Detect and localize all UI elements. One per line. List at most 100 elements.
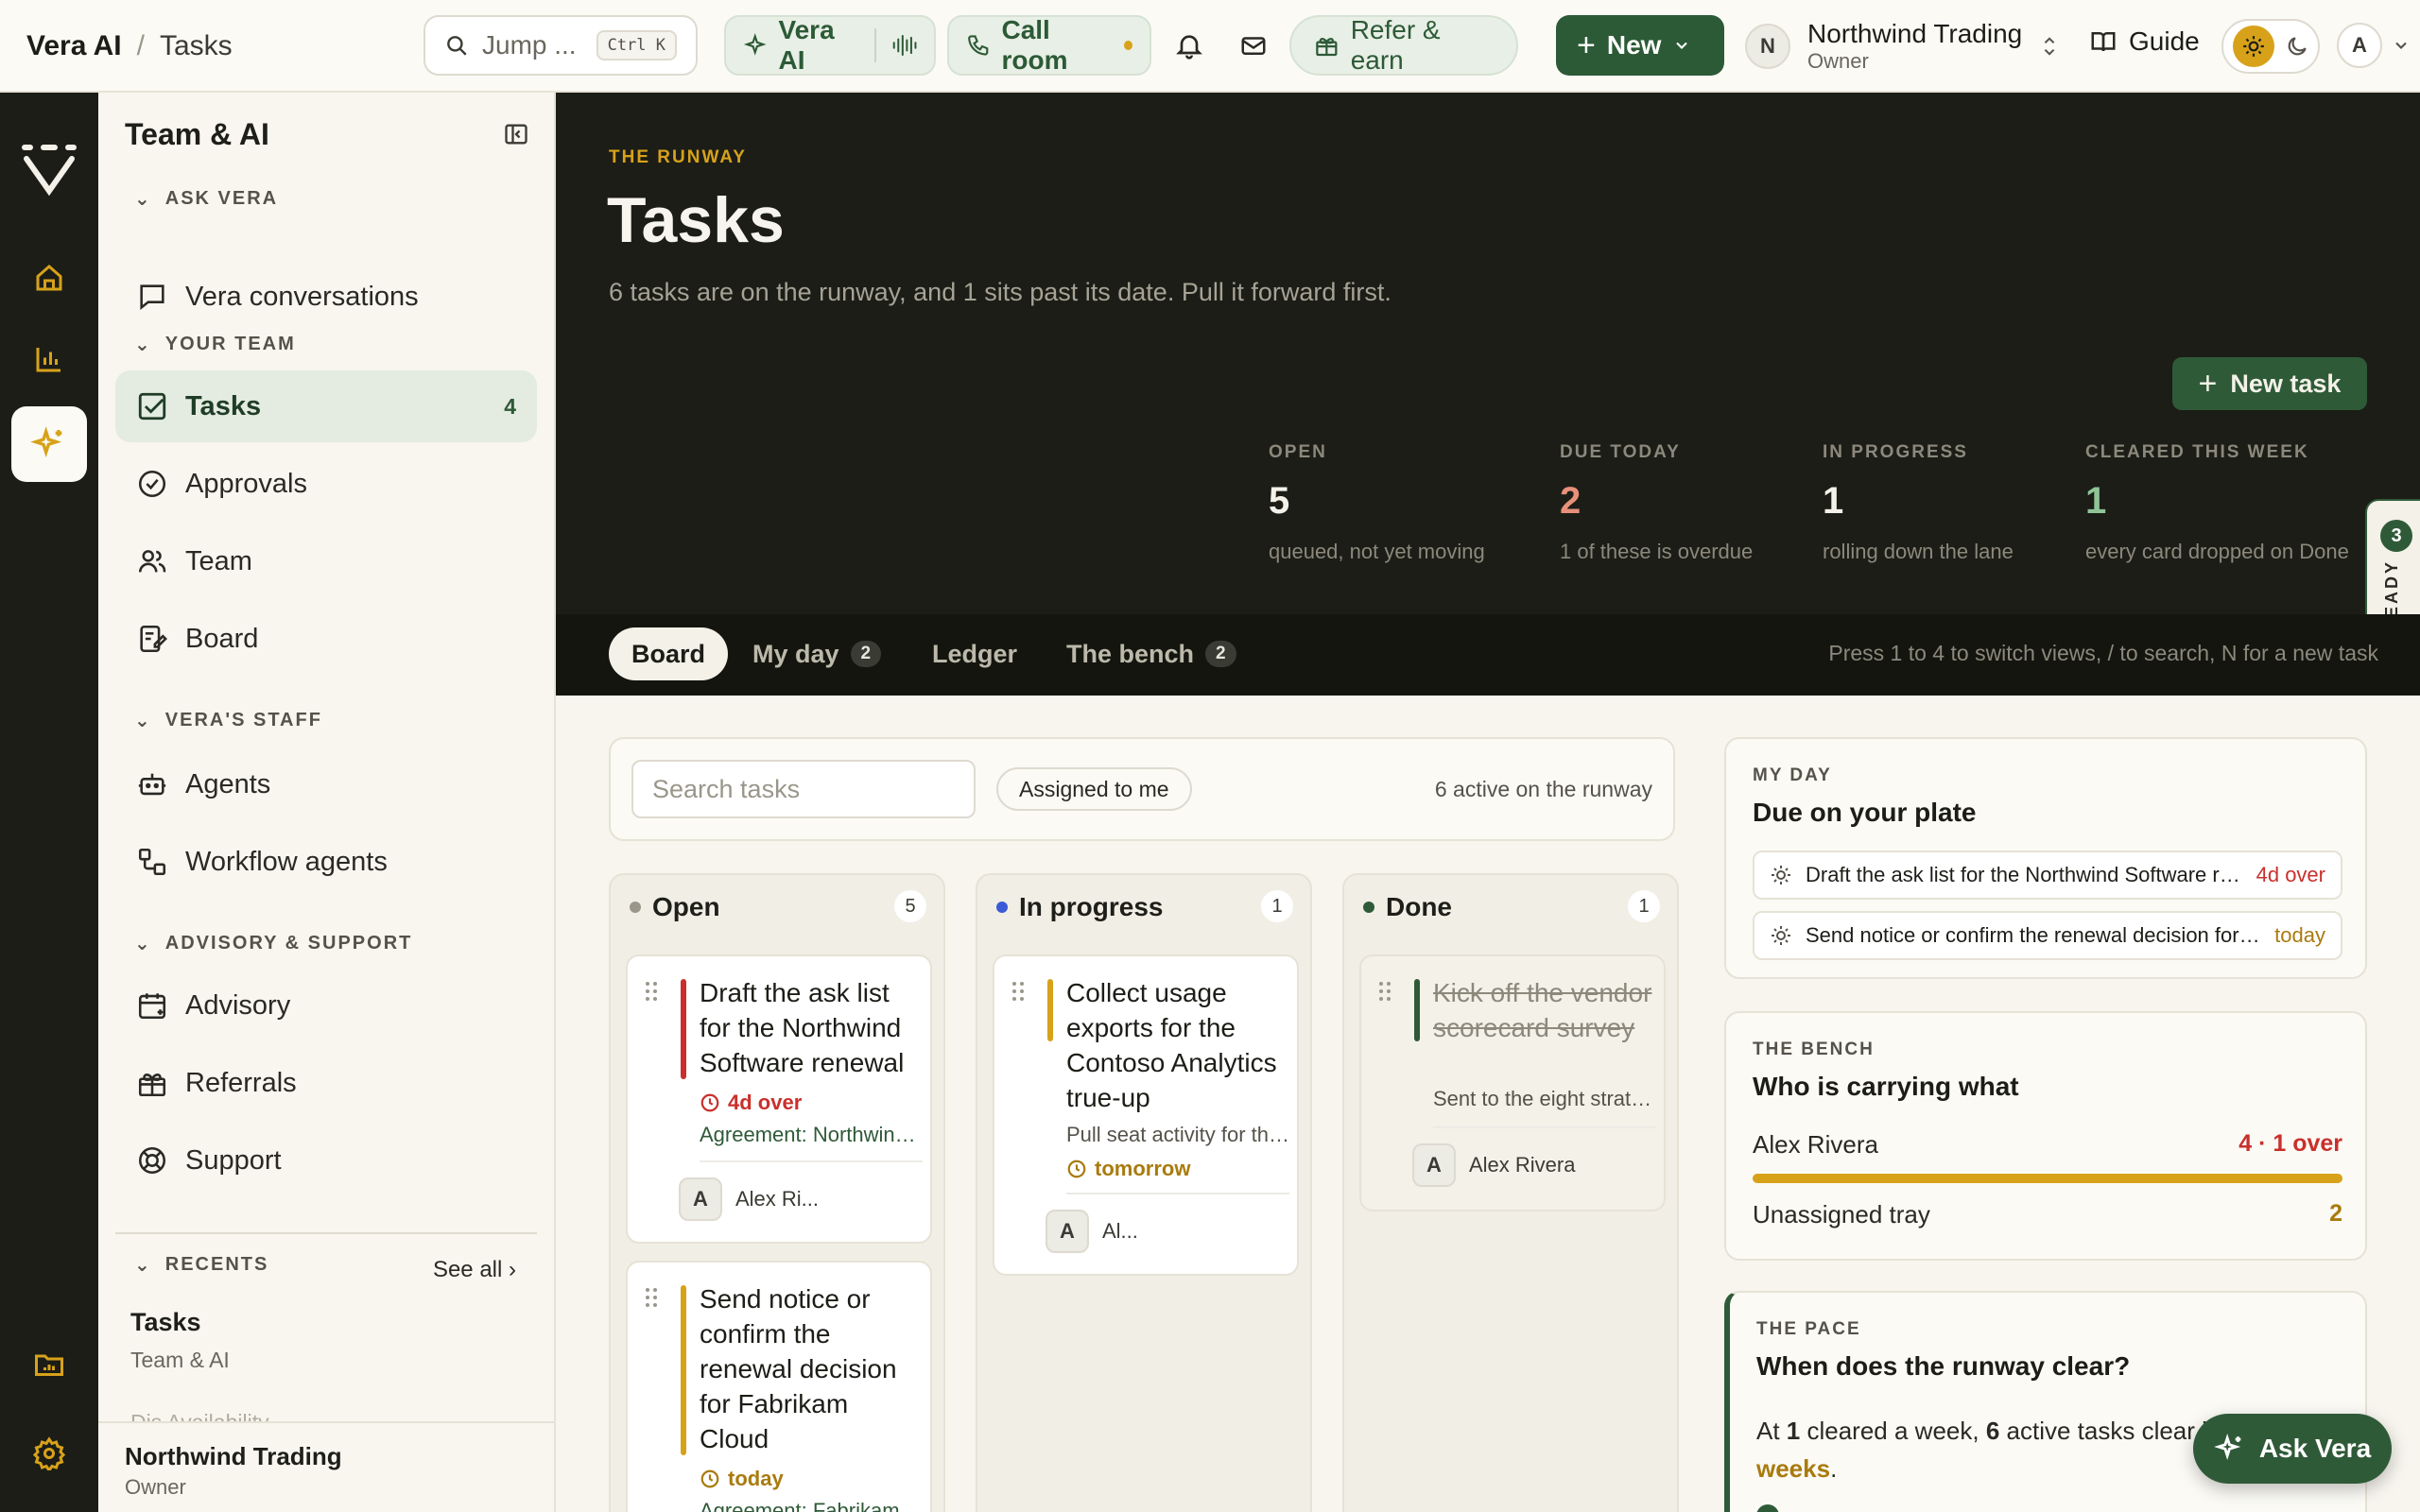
assignee[interactable]: A Alex Rivera: [1412, 1143, 1575, 1187]
assignee[interactable]: A Alex Ri...: [679, 1177, 819, 1221]
group-ask-vera[interactable]: ⌄ ASK VERA: [134, 187, 278, 211]
jump-search[interactable]: Jump ... Ctrl K: [424, 15, 698, 76]
group-veras-staff[interactable]: ⌄ VERA'S STAFF: [134, 709, 322, 732]
bench-row[interactable]: Unassigned tray 2: [1753, 1200, 2342, 1229]
column-count: 1: [1628, 890, 1660, 922]
sidebar-item-approvals[interactable]: Approvals: [115, 448, 537, 520]
rail-files[interactable]: [11, 1327, 87, 1402]
view-tabs: Board My day 2 Ledger The bench 2 Press 1 …: [556, 614, 2420, 696]
sidebar-item-label: Approvals: [185, 468, 307, 499]
assignee-avatar: A: [1412, 1143, 1456, 1187]
my-day-task: Send notice or confirm the renewal decis…: [1806, 923, 2261, 947]
sidebar-item-advisory[interactable]: Advisory: [115, 970, 537, 1041]
ask-vera-button[interactable]: Ask Vera: [2193, 1414, 2392, 1484]
inbox-button[interactable]: [1233, 25, 1274, 66]
tab-my-day[interactable]: My day 2: [730, 627, 904, 680]
sidebar-item-agents[interactable]: Agents: [115, 748, 537, 820]
tab-board[interactable]: Board: [609, 627, 729, 680]
my-day-row[interactable]: Draft the ask list for the Northwind Sof…: [1753, 850, 2342, 900]
drag-handle-icon[interactable]: [1378, 981, 1392, 1002]
rail-team-ai[interactable]: [11, 406, 87, 482]
group-your-team[interactable]: ⌄ YOUR TEAM: [134, 333, 296, 356]
stat-open: OPEN 5 queued, not yet moving: [1269, 442, 1485, 564]
sidebar-item-team[interactable]: Team: [115, 525, 537, 597]
sidebar-item-board[interactable]: Board: [115, 603, 537, 675]
task-card[interactable]: Collect usage exports for the Contoso An…: [993, 954, 1299, 1276]
hero-eyebrow: THE RUNWAY: [609, 147, 747, 167]
sidebar-item-vera-conversations[interactable]: Vera conversations: [115, 261, 537, 333]
bench-row[interactable]: Alex Rivera 4 · 1 over: [1753, 1130, 2342, 1160]
sidebar-footer[interactable]: Northwind Trading Owner: [98, 1421, 554, 1512]
chevron-down-icon: ⌄: [134, 934, 152, 954]
users-icon: [138, 550, 166, 573]
sidebar-item-workflow-agents[interactable]: Workflow agents: [115, 826, 537, 898]
sidebar: Team & AI ⌄ ASK VERA Vera conversations ⌄…: [98, 93, 556, 1512]
tab-ledger[interactable]: Ledger: [909, 627, 1040, 680]
breadcrumb-root[interactable]: Vera AI: [26, 30, 122, 62]
user-avatar: A: [2337, 23, 2382, 68]
search-tasks-input[interactable]: Search tasks: [631, 760, 976, 818]
notifications-button[interactable]: [1168, 25, 1210, 66]
group-recents[interactable]: ⌄ RECENTS: [134, 1253, 268, 1277]
call-room-button[interactable]: Call room: [947, 15, 1151, 76]
org-switcher[interactable]: N Northwind Trading Owner: [1745, 13, 2060, 79]
agreement-link[interactable]: Agreement: Northwind Software renewal: [700, 1123, 923, 1147]
board-area: Search tasks Assigned to me 6 active on …: [556, 696, 2420, 1512]
sun-icon[interactable]: [2232, 26, 2274, 67]
sidebar-item-support[interactable]: Support: [115, 1125, 537, 1196]
theme-toggle[interactable]: [2221, 19, 2320, 74]
my-day-row[interactable]: Send notice or confirm the renewal decis…: [1753, 911, 2342, 960]
badge-check-icon: [138, 470, 166, 498]
new-task-button[interactable]: + New task: [2172, 357, 2367, 410]
rail-home[interactable]: [11, 240, 87, 316]
task-card[interactable]: Draft the ask list for the Northwind Sof…: [626, 954, 932, 1244]
collapse-sidebar-button[interactable]: [503, 121, 529, 152]
pace-slider-handle[interactable]: [1756, 1504, 1779, 1512]
column-done: Done 1 Kick off the vendor scorecard sur…: [1342, 873, 1679, 1512]
drag-handle-icon[interactable]: [645, 981, 658, 1002]
rail-settings[interactable]: [11, 1416, 87, 1491]
divider: [115, 1232, 537, 1234]
tab-label: Ledger: [932, 639, 1018, 668]
panel-eyebrow: THE PACE: [1756, 1319, 1861, 1339]
keyboard-hint: Press 1 to 4 to switch views, / to searc…: [1828, 641, 2378, 665]
sidebar-item-label: Vera conversations: [185, 281, 419, 312]
assigned-to-me-filter[interactable]: Assigned to me: [996, 767, 1192, 811]
task-card[interactable]: Kick off the vendor scorecard survey Sen…: [1359, 954, 1666, 1211]
sidebar-item-tasks[interactable]: Tasks 4: [115, 370, 537, 442]
recent-item-title[interactable]: Tasks: [130, 1308, 201, 1337]
agreement-link[interactable]: Agreement: Fabrikam Cloud: [700, 1499, 923, 1512]
drag-handle-icon[interactable]: [645, 1287, 658, 1308]
vera-logo[interactable]: [19, 140, 79, 205]
column-count: 1: [1261, 890, 1293, 922]
stat-value: 1: [1823, 480, 1844, 522]
sidebar-item-label: Board: [185, 623, 259, 654]
guide-link[interactable]: Guide: [2089, 26, 2200, 57]
vera-ai-button[interactable]: Vera AI: [724, 15, 936, 76]
lifebuoy-icon: [138, 1146, 166, 1175]
voice-wave-icon[interactable]: [891, 32, 917, 59]
sidebar-title: Team & AI: [125, 117, 269, 151]
due-label: tomorrow: [1095, 1157, 1191, 1180]
user-menu[interactable]: A: [2337, 23, 2411, 68]
drag-handle-icon[interactable]: [1011, 981, 1025, 1002]
bench-name: Unassigned tray: [1753, 1200, 1930, 1228]
task-description: Sent to the eight strategic vendors: [1433, 1087, 1656, 1110]
task-card[interactable]: Send notice or confirm the renewal decis…: [626, 1261, 932, 1512]
pace-number: 1: [1786, 1417, 1801, 1445]
chevron-down-icon: ⌄: [134, 711, 152, 731]
book-icon: [2091, 32, 2116, 52]
recent-item-next[interactable]: Dis Availability: [130, 1410, 269, 1421]
moon-icon[interactable]: [2285, 34, 2309, 59]
new-button[interactable]: + New: [1556, 15, 1724, 76]
panel-title: Due on your plate: [1753, 798, 1977, 827]
rail-reports[interactable]: [11, 321, 87, 397]
see-all-recents-link[interactable]: See all ›: [433, 1257, 516, 1283]
panel-eyebrow: MY DAY: [1753, 765, 1832, 785]
sidebar-item-referrals[interactable]: Referrals: [115, 1047, 537, 1119]
stat-value: 2: [1560, 480, 1582, 522]
assignee[interactable]: A Al...: [1046, 1210, 1138, 1253]
tab-the-bench[interactable]: The bench 2: [1044, 627, 1259, 680]
refer-earn-button[interactable]: Refer & earn: [1289, 15, 1518, 76]
group-advisory-support[interactable]: ⌄ ADVISORY & SUPPORT: [134, 932, 412, 955]
